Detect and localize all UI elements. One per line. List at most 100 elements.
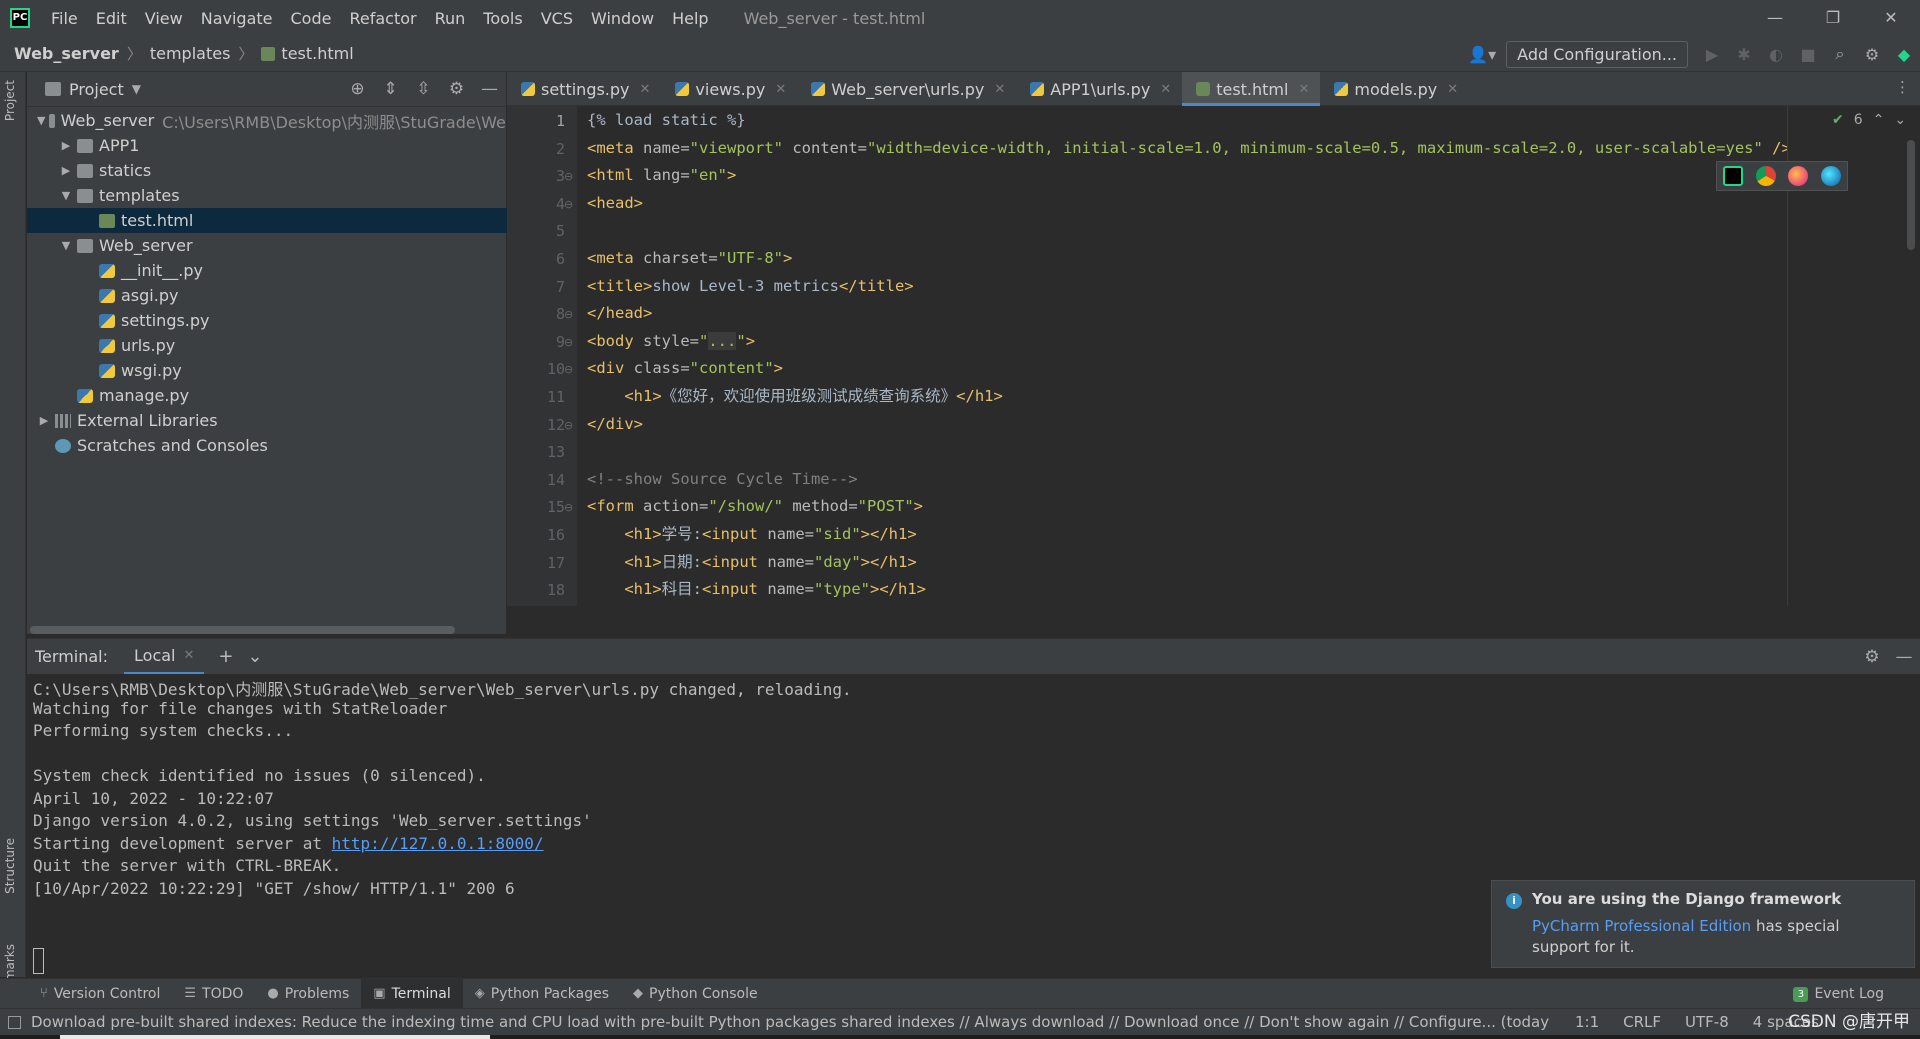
fold-marker-icon[interactable]: ⊖ [564,419,573,432]
close-icon[interactable]: ✕ [1160,82,1171,97]
inspection-widget[interactable]: ✔ 6 ⌃ ⌄ [1832,112,1906,128]
more-tabs-icon[interactable]: ⋮ [1895,78,1910,96]
tree-item[interactable]: ▶ APP1 [27,133,538,158]
menu-code[interactable]: Code [282,9,341,28]
layout-icon[interactable] [8,1015,21,1029]
tree-item[interactable]: wsgi.py [27,358,560,383]
editor-tab[interactable]: views.py ✕ [661,72,797,106]
chevron-down-icon[interactable]: ▼ [59,239,73,252]
code-token[interactable]: ... [708,331,737,350]
editor-scrollbar[interactable] [1907,140,1915,250]
server-url-link[interactable]: http://127.0.0.1:8000/ [332,834,544,853]
close-window-icon[interactable]: ✕ [1862,0,1920,36]
event-log-button[interactable]: 3 Event Log [1793,979,1884,1009]
edge-icon[interactable] [1820,166,1841,186]
tool-window-python-packages[interactable]: ◈ Python Packages [463,979,621,1009]
fold-marker-icon[interactable]: ⊖ [564,170,573,183]
hide-icon[interactable]: — [473,79,506,99]
tree-item[interactable]: urls.py [27,333,560,358]
chevron-down-icon[interactable]: ▼ [132,82,141,96]
tree-item[interactable]: ▶ statics [27,158,538,183]
terminal-tab-local[interactable]: Local ✕ [124,639,205,675]
editor-tab[interactable]: settings.py ✕ [507,72,661,106]
menu-refactor[interactable]: Refactor [340,9,425,28]
pycharm-preview-icon[interactable] [1723,166,1744,186]
close-icon[interactable]: ✕ [1447,82,1458,97]
tool-window-version-control[interactable]: ⑂ Version Control [28,979,172,1009]
firefox-icon[interactable] [1788,166,1809,186]
breadcrumb-folder[interactable]: templates [150,44,231,63]
gear-icon[interactable]: ⚙ [1856,647,1888,667]
tree-item[interactable]: ▼ Web_server C:\Users\RMB\Desktop\内测服\StuG… [27,108,516,133]
add-configuration-button[interactable]: Add Configuration... [1506,40,1688,68]
project-panel-title[interactable]: Project [69,80,124,99]
menu-help[interactable]: Help [663,9,717,28]
menu-edit[interactable]: Edit [87,9,136,28]
code-editor[interactable]: {% load static %} <meta name="viewport" c… [577,106,1787,606]
gear-icon[interactable]: ⚙ [440,79,473,99]
add-icon[interactable]: + [218,646,233,667]
editor-tab[interactable]: APP1\urls.py ✕ [1016,72,1182,106]
stop-icon[interactable]: ■ [1792,45,1824,64]
breadcrumb-project[interactable]: Web_server [14,44,119,63]
gear-icon[interactable]: ⚙ [1856,45,1888,64]
tree-item[interactable]: settings.py [27,308,560,333]
close-icon[interactable]: ✕ [1298,82,1309,97]
menu-run[interactable]: Run [426,9,475,28]
tree-item[interactable]: ▼ Web_server [27,233,538,258]
status-message[interactable]: Download pre-built shared indexes: Reduc… [31,1013,1551,1031]
fold-marker-icon[interactable]: ⊖ [564,363,573,376]
run-icon[interactable]: ▶ [1696,45,1728,64]
close-icon[interactable]: ✕ [775,82,786,97]
tool-window-terminal[interactable]: ▣ Terminal [361,978,463,1009]
chevron-right-icon[interactable]: ▶ [59,164,73,177]
close-icon[interactable]: ✕ [183,648,194,663]
hide-icon[interactable]: — [1888,647,1920,667]
chevron-down-icon[interactable]: ⌄ [1894,112,1906,128]
chevron-right-icon[interactable]: ▶ [59,139,73,152]
tool-window-problems[interactable]: ● Problems [255,979,361,1009]
menu-vcs[interactable]: VCS [532,9,582,28]
pycharm-professional-link[interactable]: PyCharm Professional Edition [1532,917,1751,935]
line-separator[interactable]: CRLF [1623,1013,1661,1031]
editor-tab[interactable]: test.html ✕ [1182,72,1321,106]
tree-item[interactable]: test.html [27,208,560,233]
coverage-icon[interactable]: ◐ [1760,45,1792,64]
fold-marker-icon[interactable]: ⊖ [564,308,573,321]
chevron-up-icon[interactable]: ⌃ [1873,112,1885,128]
menu-tools[interactable]: Tools [474,9,531,28]
jetbrains-toolbox-icon[interactable]: ◆ [1888,45,1920,64]
chrome-icon[interactable] [1755,166,1776,186]
chevron-right-icon[interactable]: ▶ [37,414,51,427]
expand-all-icon[interactable]: ⇕ [374,79,407,99]
fold-marker-icon[interactable]: ⊖ [564,501,573,514]
tree-item[interactable]: asgi.py [27,283,560,308]
locate-icon[interactable]: ⊕ [341,79,374,99]
editor-tab[interactable]: Web_server\urls.py ✕ [797,72,1016,106]
menu-file[interactable]: File [42,9,87,28]
tree-item[interactable]: manage.py [27,383,538,408]
tree-item[interactable]: ▼ templates [27,183,538,208]
breadcrumb-file[interactable]: test.html [281,44,353,63]
tree-item[interactable]: Scratches and Consoles [27,433,516,458]
debug-icon[interactable]: ✱ [1728,45,1760,64]
chevron-down-icon[interactable]: ▼ [37,114,45,127]
collapse-all-icon[interactable]: ⇳ [407,79,440,99]
minimize-icon[interactable]: — [1746,0,1804,36]
caret-position[interactable]: 1:1 [1575,1013,1599,1031]
horizontal-scrollbar[interactable] [30,626,455,634]
tool-window-todo[interactable]: ☰ TODO [172,979,255,1009]
project-tool-button[interactable]: Project [3,80,17,121]
structure-tool-button[interactable]: Structure [3,838,17,894]
menu-view[interactable]: View [136,9,192,28]
chevron-down-icon[interactable]: ▼ [59,189,73,202]
file-encoding[interactable]: UTF-8 [1685,1013,1729,1031]
restore-icon[interactable]: ❐ [1804,0,1862,36]
close-icon[interactable]: ✕ [640,82,651,97]
tree-item[interactable]: ▶ External Libraries [27,408,516,433]
editor-tab[interactable]: models.py ✕ [1320,72,1469,106]
fold-marker-icon[interactable]: ⊖ [564,336,573,349]
fold-marker-icon[interactable]: ⊖ [564,198,573,211]
menu-window[interactable]: Window [582,9,663,28]
close-icon[interactable]: ✕ [994,82,1005,97]
